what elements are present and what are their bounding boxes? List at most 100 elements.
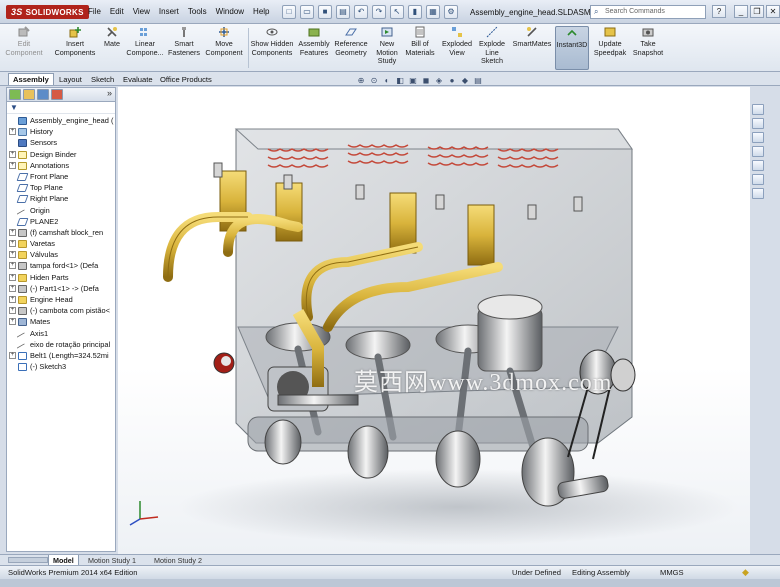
expand-toggle-icon[interactable]: + (9, 351, 16, 359)
expand-toggle-icon[interactable]: + (9, 251, 16, 259)
tree-item[interactable]: (-) Sketch3 (7, 361, 115, 372)
bill-of-materials-button[interactable]: Bill of Materials (402, 26, 438, 70)
menu-help[interactable]: Help (253, 7, 269, 16)
take-snapshot-button[interactable]: Take Snapshot (630, 26, 666, 70)
save-icon[interactable]: ■ (318, 5, 332, 19)
tree-item[interactable]: Assembly_engine_head ( (7, 115, 115, 126)
menu-window[interactable]: Window (216, 7, 244, 16)
tree-item[interactable]: + (f) camshaft block_ren (7, 227, 115, 238)
tree-item[interactable]: + History (7, 126, 115, 137)
hide-show-items-icon[interactable]: ◈ (434, 76, 444, 86)
file-explorer-icon[interactable] (752, 132, 764, 143)
mate-button[interactable]: Mate (100, 26, 124, 70)
zoom-to-fit-icon[interactable]: ⊕ (356, 76, 366, 86)
tree-item[interactable]: + Mates (7, 316, 115, 327)
minimize-icon[interactable]: _ (734, 5, 748, 18)
menu-view[interactable]: View (133, 7, 150, 16)
tree-item[interactable]: eixo de rotação principal (7, 339, 115, 355)
feature-tree-tab-icon[interactable] (9, 89, 21, 100)
expand-panel-icon[interactable]: » (107, 88, 112, 98)
move-component-button[interactable]: Move Component (202, 26, 246, 70)
update-speedpak-button[interactable]: Update Speedpak (592, 26, 628, 70)
exploded-view-button[interactable]: Exploded View (440, 26, 474, 70)
appearances-icon[interactable] (752, 160, 764, 171)
tab-layout[interactable]: Layout (54, 73, 87, 85)
tree-item[interactable]: Top Plane (7, 182, 115, 193)
tree-item[interactable]: + (-) cambota com pistão< (7, 305, 115, 316)
tree-item[interactable]: + Engine Head (7, 294, 115, 305)
apply-scene-icon[interactable]: ◆ (460, 76, 470, 86)
forum-icon[interactable] (752, 188, 764, 199)
tree-item[interactable]: + tampa ford<1> (Defa (7, 260, 115, 271)
previous-view-icon[interactable]: ◐ (382, 76, 392, 86)
solidworks-logo[interactable]: 3S SOLIDWORKS (6, 5, 89, 19)
tab-assembly[interactable]: Assembly (8, 73, 54, 85)
redo-icon[interactable]: ↷ (372, 5, 386, 19)
display-style-icon[interactable]: ◼ (421, 76, 431, 86)
view-palette-icon[interactable] (752, 146, 764, 157)
undo-icon[interactable]: ↶ (354, 5, 368, 19)
tree-item[interactable]: Axis1 (7, 328, 115, 344)
expand-toggle-icon[interactable]: + (9, 262, 16, 270)
zoom-area-icon[interactable]: ⊙ (369, 76, 379, 86)
design-library-icon[interactable] (752, 118, 764, 129)
custom-properties-icon[interactable] (752, 174, 764, 185)
tree-item[interactable]: PLANE2 (7, 216, 115, 227)
tree-item[interactable]: + Varetas (7, 238, 115, 249)
help-icon[interactable]: ? (712, 5, 726, 18)
tree-item[interactable]: Origin (7, 205, 115, 221)
tree-filter[interactable]: ▼ (7, 102, 115, 114)
expand-toggle-icon[interactable]: + (9, 161, 16, 169)
expand-toggle-icon[interactable]: + (9, 150, 16, 158)
menu-file[interactable]: File (88, 7, 101, 16)
edit-component-button[interactable]: Edit Component (4, 26, 44, 70)
unit-system[interactable]: MMGS (660, 566, 684, 579)
smartmates-button[interactable]: SmartMates (510, 26, 554, 70)
expand-toggle-icon[interactable]: + (9, 228, 16, 236)
tree-item[interactable]: Front Plane (7, 171, 115, 182)
tree-item[interactable]: Sensors (7, 137, 115, 148)
expand-toggle-icon[interactable]: + (9, 240, 16, 248)
select-cursor-icon[interactable]: ↖ (390, 5, 404, 19)
property-manager-tab-icon[interactable] (23, 89, 35, 100)
view-settings-icon[interactable]: ▤ (473, 76, 483, 86)
expand-toggle-icon[interactable]: + (9, 273, 16, 281)
rebuild-icon[interactable]: ▮ (408, 5, 422, 19)
new-motion-study-button[interactable]: New Motion Study (372, 26, 402, 70)
restore-icon[interactable]: ❐ (750, 5, 764, 18)
show-hidden-components-button[interactable]: Show Hidden Components (250, 26, 294, 70)
menu-edit[interactable]: Edit (110, 7, 124, 16)
tree-item[interactable]: + Belt1 (Length=324.52mi (7, 350, 115, 361)
section-view-icon[interactable]: ◧ (395, 76, 405, 86)
graphics-area[interactable]: 莫西网www.3dmox.com (118, 87, 750, 554)
tree-item[interactable]: + Design Binder (7, 149, 115, 160)
edit-appearance-icon[interactable]: ● (447, 76, 457, 86)
tree-item[interactable]: + Hiden Parts (7, 272, 115, 283)
print-icon[interactable]: ▤ (336, 5, 350, 19)
file-properties-icon[interactable]: ▦ (426, 5, 440, 19)
expand-toggle-icon[interactable]: + (9, 296, 16, 303)
instant3d-button[interactable]: Instant3D (555, 26, 589, 70)
expand-toggle-icon[interactable]: + (9, 318, 16, 326)
search-commands-input[interactable]: ⌕ Search Commands (590, 5, 706, 19)
expand-toggle-icon[interactable]: + (9, 307, 16, 315)
resources-icon[interactable] (752, 104, 764, 115)
reference-geometry-button[interactable]: Reference Geometry (332, 26, 370, 70)
insert-components-button[interactable]: Insert Components (50, 26, 100, 70)
linear-pattern-button[interactable]: Linear Compone... (124, 26, 166, 70)
smart-fasteners-button[interactable]: Smart Fasteners (166, 26, 202, 70)
options-gear-icon[interactable]: ⚙ (444, 5, 458, 19)
tab-sketch[interactable]: Sketch (86, 73, 119, 85)
close-icon[interactable]: ✕ (766, 5, 780, 18)
horizontal-scrollbar[interactable] (8, 557, 48, 563)
new-document-icon[interactable]: □ (282, 5, 296, 19)
expand-toggle-icon[interactable]: + (9, 284, 16, 292)
expand-toggle-icon[interactable]: + (9, 128, 16, 136)
tab-office-products[interactable]: Office Products (155, 73, 217, 85)
view-orientation-icon[interactable]: ▣ (408, 76, 418, 86)
tree-item[interactable]: + (-) Part1<1> -> (Defa (7, 283, 115, 294)
menu-insert[interactable]: Insert (159, 7, 179, 16)
tab-evaluate[interactable]: Evaluate (118, 73, 158, 85)
tree-item[interactable]: + Annotations (7, 160, 115, 171)
dimxpert-tab-icon[interactable] (51, 89, 63, 100)
